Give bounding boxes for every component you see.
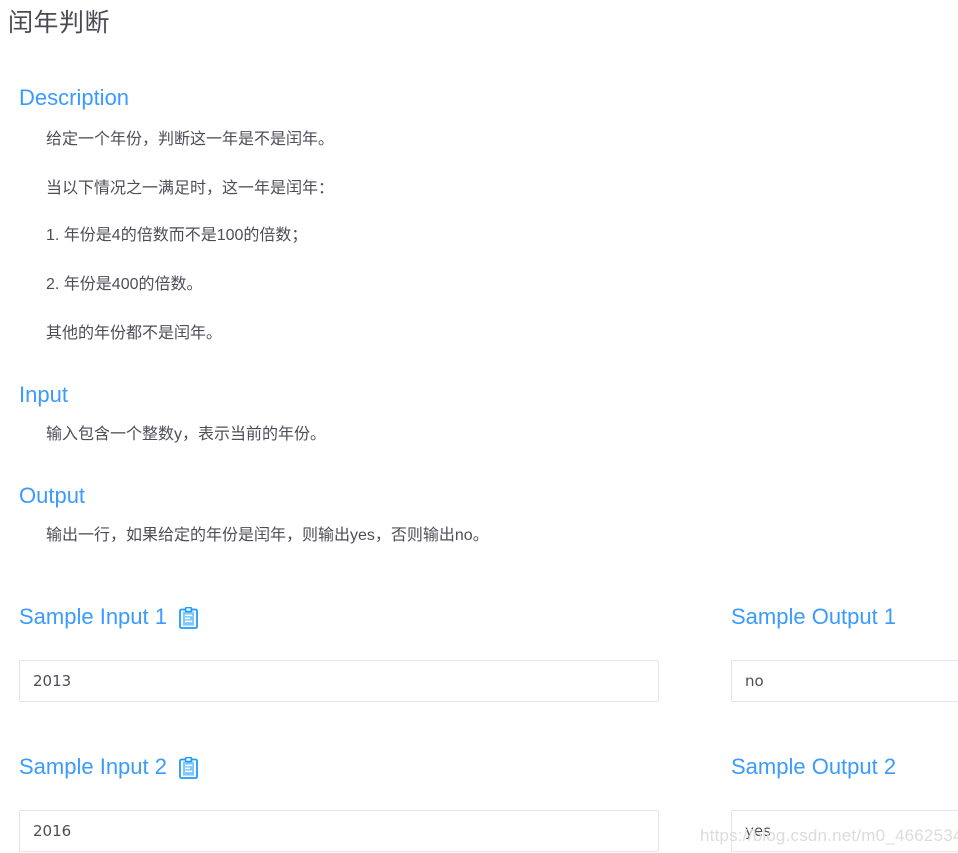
description-line-5: 其他的年份都不是闰年。	[46, 325, 223, 342]
description-line-4: 2. 年份是400的倍数。	[46, 276, 203, 293]
clipboard-copy-icon[interactable]	[179, 757, 198, 779]
sample-input-2-heading: Sample Input 2	[19, 752, 198, 782]
clipboard-copy-icon[interactable]	[179, 607, 198, 629]
output-line-1: 输出一行，如果给定的年份是闰年，则输出yes，否则输出no。	[46, 527, 489, 544]
input-line-1: 输入包含一个整数y，表示当前的年份。	[46, 426, 327, 443]
sample-input-1-heading: Sample Input 1	[19, 602, 198, 632]
description-line-1: 给定一个年份，判断这一年是不是闰年。	[46, 131, 335, 148]
page-title: 闰年判断	[8, 9, 111, 37]
description-line-2: 当以下情况之一满足时，这一年是闰年：	[46, 180, 335, 197]
section-heading-description: Description	[19, 85, 130, 110]
sample-input-2-label: Sample Input 2	[19, 754, 167, 779]
sample-input-1-box[interactable]: 2013	[19, 660, 659, 702]
sample-output-2-label: Sample Output 2	[731, 754, 897, 779]
sample-output-1-box[interactable]: no	[731, 660, 958, 702]
sample-output-2-heading: Sample Output 2	[731, 752, 896, 782]
sample-output-1-label: Sample Output 1	[731, 604, 897, 629]
sample-output-2-box[interactable]: yes	[731, 810, 958, 852]
section-heading-input: Input	[19, 382, 68, 407]
sample-input-1-label: Sample Input 1	[19, 604, 167, 629]
sample-input-2-box[interactable]: 2016	[19, 810, 659, 852]
section-heading-output: Output	[19, 483, 86, 508]
description-line-3: 1. 年份是4的倍数而不是100的倍数；	[46, 227, 308, 244]
sample-output-1-heading: Sample Output 1	[731, 602, 896, 632]
